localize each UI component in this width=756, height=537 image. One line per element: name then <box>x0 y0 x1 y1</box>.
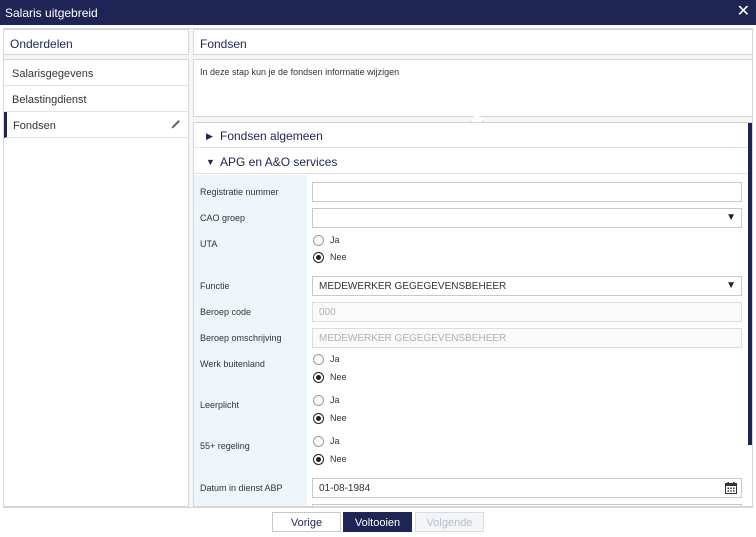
close-icon[interactable]: ✕ <box>737 3 750 21</box>
right-panel-header: Fondsen <box>193 29 753 55</box>
werk-buitenland-label: Werk buitenland <box>200 359 265 369</box>
intro-text: In deze stap kun je de fondsen informati… <box>193 59 753 117</box>
radio-label: Ja <box>330 395 340 405</box>
radio-label: Nee <box>330 413 347 423</box>
window-title: Salaris uitgebreid <box>5 6 98 20</box>
datum-input[interactable]: 01-08-1984 <box>312 478 742 498</box>
radio-circle <box>313 354 324 365</box>
previous-button[interactable]: Vorige <box>272 512 341 532</box>
datum-label: Datum in dienst ABP <box>200 483 283 493</box>
radio-label: Ja <box>330 354 340 364</box>
finish-button[interactable]: Voltooien <box>343 512 412 532</box>
caret-right-icon: ▶ <box>206 131 213 141</box>
sidebar-item-label: Salarisgegevens <box>12 68 94 80</box>
left-panel-list: Salarisgegevens Belastingdienst Fondsen <box>3 59 189 507</box>
functie-label: Functie <box>200 281 230 291</box>
sidebar-item-belastingdienst[interactable]: Belastingdienst <box>4 86 188 112</box>
functie-value: MEDEWERKER GEGEGEVENSBEHEER <box>319 281 507 292</box>
calendar-icon[interactable] <box>725 482 737 494</box>
uta-label: UTA <box>200 239 218 249</box>
cao-select[interactable]: ▼ <box>312 208 742 228</box>
radio-label: Ja <box>330 436 340 446</box>
radio-label: Ja <box>330 235 340 245</box>
section-fondsen-algemeen[interactable]: ▶ Fondsen algemeen <box>194 123 748 148</box>
radio-label: Nee <box>330 372 347 382</box>
next-button[interactable]: Volgende <box>415 512 484 532</box>
section-label: APG en A&O services <box>220 155 338 169</box>
radio-circle <box>313 372 324 383</box>
sidebar-item-fondsen[interactable]: Fondsen <box>4 112 188 138</box>
sidebar-item-salarisgegevens[interactable]: Salarisgegevens <box>4 60 188 86</box>
dropdown-icon: ▼ <box>726 212 736 223</box>
title-bar: Salaris uitgebreid ✕ <box>0 0 756 25</box>
functie-select[interactable]: MEDEWERKER GEGEGEVENSBEHEER ▼ <box>312 276 742 296</box>
pencil-icon[interactable] <box>170 118 182 130</box>
beroep-omschrijving-label: Beroep omschrijving <box>200 333 282 343</box>
radio-circle <box>313 395 324 406</box>
form-panel: ▶ Fondsen algemeen ▼ APG en A&O services… <box>193 122 753 507</box>
cao-label: CAO groep <box>200 213 246 223</box>
caret-down-icon: ▼ <box>206 157 215 167</box>
radio-circle <box>313 454 324 465</box>
beroep-code-label: Beroep code <box>200 307 252 317</box>
dropdown-icon: ▼ <box>726 280 736 291</box>
beroep-code-input: 000 <box>312 302 742 322</box>
radio-circle <box>313 235 324 246</box>
registratie-input[interactable] <box>312 182 742 202</box>
radio-circle <box>313 436 324 447</box>
radio-circle <box>313 252 324 263</box>
sidebar-item-label: Fondsen <box>13 120 56 132</box>
leerplicht-label: Leerplicht <box>200 400 240 410</box>
radio-circle <box>313 413 324 424</box>
scrollbar-thumb[interactable] <box>748 123 752 445</box>
sidebar-item-label: Belastingdienst <box>12 94 87 106</box>
datum-value: 01-08-1984 <box>319 483 371 494</box>
section-apg[interactable]: ▼ APG en A&O services <box>194 149 748 174</box>
radio-label: Nee <box>330 252 347 262</box>
registratie-label: Registratie nummer <box>200 187 279 197</box>
beroep-omschrijving-input: MEDEWERKER GEGEGEVENSBEHEER <box>312 328 742 348</box>
regeling55-label: 55+ regeling <box>200 441 250 451</box>
left-panel-header: Onderdelen <box>3 29 189 55</box>
radio-label: Nee <box>330 454 347 464</box>
next-field-input[interactable] <box>312 504 742 506</box>
section-label: Fondsen algemeen <box>220 129 323 143</box>
